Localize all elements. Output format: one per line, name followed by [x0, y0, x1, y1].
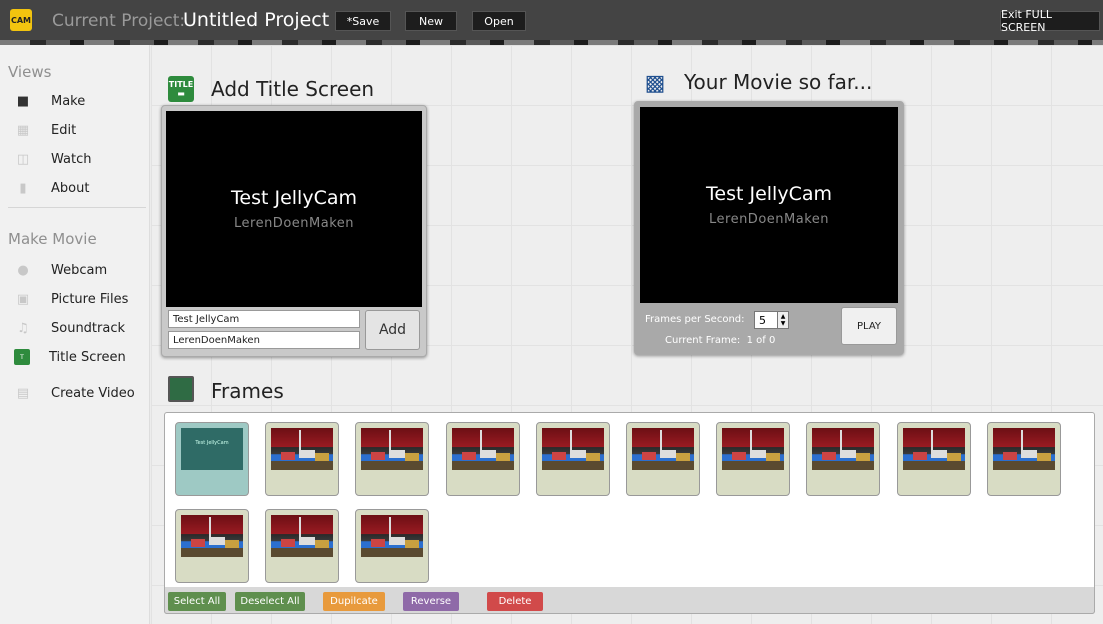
new-button[interactable]: New: [405, 11, 457, 31]
frame-thumb[interactable]: [896, 422, 971, 496]
frame-image: [722, 428, 785, 470]
frame-image: [181, 515, 243, 557]
title-icon: T: [14, 349, 30, 365]
frame-image: [541, 428, 604, 470]
frame-image: Test JellyCam: [181, 428, 243, 470]
frames-heading: Frames: [211, 379, 284, 403]
sidebar-item-edit[interactable]: ▦ Edit: [14, 119, 144, 141]
camera-icon: ■: [16, 93, 30, 109]
grid-icon: ▦: [16, 122, 30, 138]
movie-preview: Test JellyCam LerenDoenMaken: [640, 107, 898, 303]
sidebar-item-label: About: [51, 180, 90, 196]
save-button[interactable]: *Save: [335, 11, 391, 31]
exit-fullscreen-button[interactable]: Exit FULL SCREEN: [1000, 8, 1100, 34]
sidebar-item-soundtrack[interactable]: ♫ Soundtrack: [14, 317, 144, 339]
webcam-icon: ●: [17, 262, 29, 278]
frame-image: [451, 428, 514, 470]
sidebar-item-picture-files[interactable]: ▣ Picture Files: [14, 288, 144, 310]
frame-image: [361, 515, 424, 557]
subtitle-preview-text: LerenDoenMaken: [234, 216, 354, 231]
sidebar-item-title-screen[interactable]: T Title Screen: [14, 346, 144, 368]
make-movie-heading: Make Movie: [8, 230, 97, 248]
frame-image: [632, 428, 694, 470]
sidebar-item-watch[interactable]: ◫ Watch: [14, 148, 144, 170]
frame-thumb[interactable]: [265, 422, 340, 496]
frame-title-text: Test JellyCam: [195, 440, 229, 446]
open-button[interactable]: Open: [472, 11, 526, 31]
sidebar-item-label: Watch: [51, 151, 92, 167]
sidebar-item-about[interactable]: ▮ About: [14, 177, 144, 199]
movie-card: Test JellyCam LerenDoenMaken Frames per …: [634, 101, 904, 355]
frame-image: [812, 428, 875, 470]
sidebar-item-label: Make: [51, 93, 86, 109]
title-preview-text: Test JellyCam: [231, 187, 357, 209]
frame-thumb[interactable]: [355, 509, 430, 583]
sidebar-item-label: Edit: [51, 122, 77, 138]
sidebar-divider: [8, 207, 146, 208]
movie-camera-icon: ▩: [644, 70, 666, 96]
frame-image: [271, 428, 334, 470]
frame-thumb[interactable]: [806, 422, 881, 496]
add-title-button[interactable]: Add: [365, 310, 420, 350]
frame-image: [361, 428, 424, 470]
deselect-all-button[interactable]: Deselect All: [235, 592, 305, 611]
sidebar-item-make[interactable]: ■ Make: [14, 90, 144, 112]
movie-preview-title: Test JellyCam: [706, 183, 832, 205]
frame-thumb[interactable]: [535, 422, 610, 496]
film-icon: ▤: [16, 385, 30, 401]
movie-preview-subtitle: LerenDoenMaken: [709, 212, 829, 227]
add-title-heading: Add Title Screen: [211, 77, 375, 101]
reverse-button[interactable]: Reverse: [403, 592, 459, 611]
play-button[interactable]: PLAY: [841, 307, 897, 345]
title-screen-card: Test JellyCam LerenDoenMaken Test JellyC…: [161, 105, 427, 357]
title-preview: Test JellyCam LerenDoenMaken: [166, 111, 422, 307]
project-name: Untitled Project: [183, 9, 330, 31]
frame-thumb[interactable]: [716, 422, 791, 496]
frame-thumb[interactable]: [986, 422, 1061, 496]
jellycam-logo-icon: CAM: [10, 9, 32, 31]
frame-thumb[interactable]: [445, 422, 520, 496]
theater-icon: ◫: [16, 151, 30, 167]
frame-thumb[interactable]: [265, 509, 340, 583]
top-bar: CAM Current Project: Untitled Project *S…: [0, 0, 1103, 45]
title-screen-icon: TITLE ▬: [168, 76, 194, 102]
sidebar-item-label: Webcam: [51, 262, 108, 278]
fps-label: Frames per Second:: [645, 314, 745, 325]
sidebar-item-label: Create Video: [51, 385, 135, 401]
sidebar-item-webcam[interactable]: ● Webcam: [14, 259, 144, 281]
sidebar-item-label: Picture Files: [51, 291, 129, 307]
frames-icon: [168, 376, 194, 402]
sidebar-item-label: Soundtrack: [51, 320, 126, 336]
duplicate-button[interactable]: Dupilcate: [323, 592, 385, 611]
sidebar-item-create-video[interactable]: ▤ Create Video: [14, 382, 144, 404]
title-input[interactable]: Test JellyCam: [168, 310, 360, 328]
views-heading: Views: [8, 63, 52, 81]
frame-thumb-title[interactable]: Test JellyCam: [175, 422, 249, 496]
sidebar: Views ■ Make ▦ Edit ◫ Watch ▮ About Make…: [0, 45, 150, 624]
sidebar-item-label: Title Screen: [49, 349, 126, 365]
subtitle-input[interactable]: LerenDoenMaken: [168, 331, 360, 349]
delete-button[interactable]: Delete: [487, 592, 543, 611]
current-frame-value: 1 of 0: [746, 335, 776, 346]
frame-thumb[interactable]: [355, 422, 430, 496]
current-frame-label: Current Frame: 1 of 0: [665, 335, 776, 346]
select-all-button[interactable]: Select All: [168, 592, 226, 611]
picture-icon: ▣: [16, 291, 30, 307]
fps-stepper[interactable]: ▲ ▼: [777, 311, 789, 329]
movie-heading: Your Movie so far...: [684, 70, 873, 94]
frame-thumb[interactable]: [175, 509, 249, 583]
frame-thumb[interactable]: [626, 422, 700, 496]
frame-image: [271, 515, 334, 557]
info-icon: ▮: [19, 180, 27, 196]
frame-image: [902, 428, 965, 470]
fps-input[interactable]: 5: [754, 311, 778, 329]
frame-image: [992, 428, 1055, 470]
music-icon: ♫: [17, 320, 29, 336]
current-project-label: Current Project:: [52, 11, 186, 31]
